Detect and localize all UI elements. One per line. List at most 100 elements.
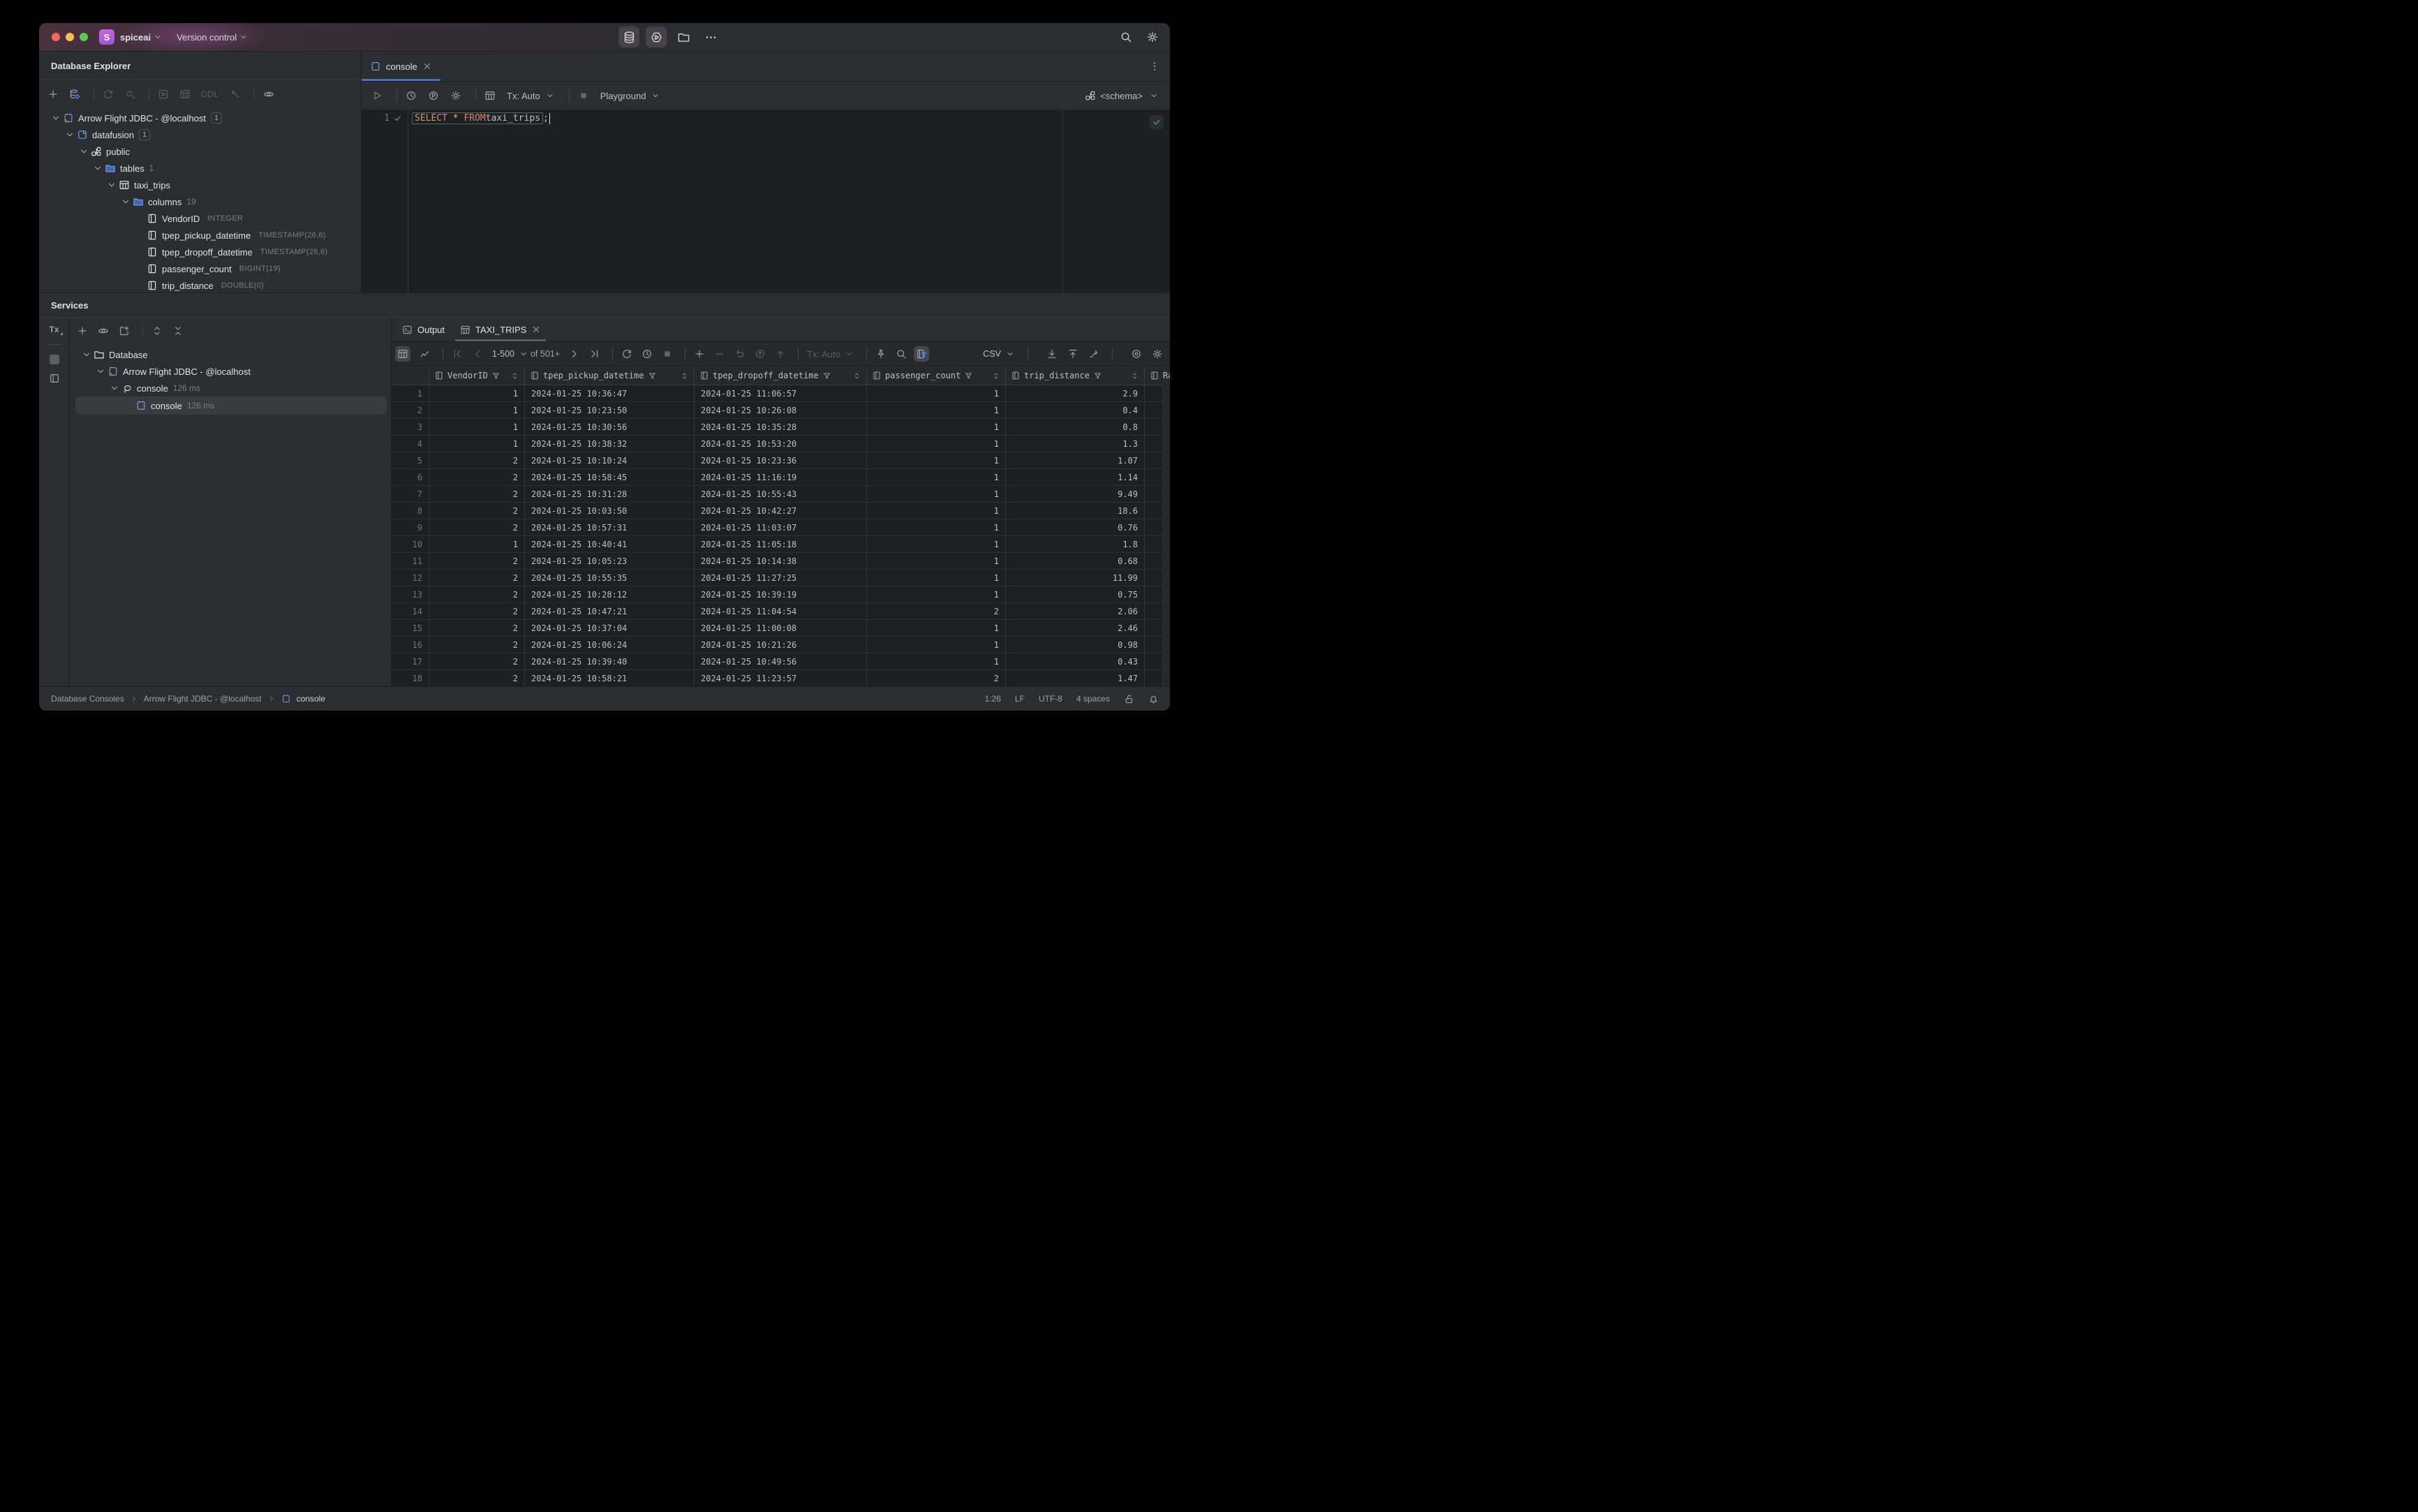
reload-page-icon[interactable] bbox=[621, 348, 632, 360]
table-cell[interactable]: 2 bbox=[429, 570, 525, 586]
caret-position-widget[interactable]: 1:26 bbox=[985, 694, 1001, 704]
table-cell[interactable]: 2024-01-25 10:23:36 bbox=[695, 452, 867, 468]
table-cell[interactable]: 2024-01-25 10:38:32 bbox=[525, 436, 695, 452]
table-cell[interactable]: 2 bbox=[429, 620, 525, 636]
tree-item[interactable]: tables 1 bbox=[39, 160, 361, 177]
filter-funnel-icon[interactable] bbox=[1093, 371, 1102, 380]
query-history-icon[interactable] bbox=[406, 90, 417, 101]
table-row[interactable]: 13 2 2024-01-25 10:28:12 2024-01-25 10:39:… bbox=[392, 586, 1170, 603]
table-cell[interactable]: 1 bbox=[867, 637, 1006, 653]
tree-item[interactable]: Arrow Flight JDBC - @localhost 1 bbox=[39, 110, 361, 126]
database-tool-button[interactable] bbox=[618, 27, 639, 47]
table-row[interactable]: 11 2 2024-01-25 10:05:23 2024-01-25 10:14:… bbox=[392, 553, 1170, 570]
search-icon[interactable] bbox=[1120, 31, 1132, 43]
sort-arrows-icon[interactable] bbox=[991, 371, 1000, 380]
page-range-dropdown[interactable]: 1-500 of 501+ bbox=[492, 349, 560, 359]
filter-funnel-icon[interactable] bbox=[648, 371, 657, 380]
sort-arrows-icon[interactable] bbox=[510, 371, 519, 380]
table-cell[interactable]: 2024-01-25 11:00:08 bbox=[695, 620, 867, 636]
tree-item[interactable]: tpep_dropoff_datetime TIMESTAMP(26,6) bbox=[39, 244, 361, 260]
table-cell[interactable]: 2024-01-25 10:21:26 bbox=[695, 637, 867, 653]
tree-item[interactable]: columns 19 bbox=[39, 193, 361, 210]
table-cell[interactable]: 2024-01-25 10:05:23 bbox=[525, 553, 695, 569]
table-row[interactable]: 18 2 2024-01-25 10:58:21 2024-01-25 11:23:… bbox=[392, 670, 1170, 686]
table-cell[interactable]: 2 bbox=[429, 603, 525, 619]
table-cell[interactable]: 9.49 bbox=[1006, 486, 1145, 502]
disconnect-icon[interactable] bbox=[124, 89, 135, 100]
chevron-down-icon[interactable] bbox=[120, 196, 131, 207]
table-cell[interactable]: 0.68 bbox=[1006, 553, 1145, 569]
data-view-target-icon[interactable] bbox=[1131, 348, 1142, 360]
table-cell[interactable]: 2 bbox=[429, 637, 525, 653]
column-header-Rate[interactable]: Rate bbox=[1145, 366, 1170, 385]
table-row[interactable]: 12 2 2024-01-25 10:55:35 2024-01-25 11:27:… bbox=[392, 570, 1170, 586]
tab-taxi-trips[interactable]: TAXI_TRIPS bbox=[452, 318, 549, 341]
table-cell[interactable]: 1 bbox=[867, 385, 1006, 401]
table-cell[interactable]: 11.99 bbox=[1006, 570, 1145, 586]
table-cell[interactable]: 2 bbox=[429, 519, 525, 535]
service-item[interactable]: console 126 ms bbox=[75, 380, 387, 396]
last-page-icon[interactable] bbox=[589, 348, 600, 360]
table-cell[interactable]: 2024-01-25 11:03:07 bbox=[695, 519, 867, 535]
table-row[interactable]: 3 1 2024-01-25 10:30:56 2024-01-25 10:35:2… bbox=[392, 419, 1170, 436]
unlocked-icon[interactable] bbox=[1124, 694, 1134, 704]
table-cell[interactable]: 1 bbox=[867, 586, 1006, 602]
table-cell[interactable]: 2024-01-25 10:58:21 bbox=[525, 670, 695, 686]
close-window-button[interactable] bbox=[52, 33, 60, 41]
chevron-down-icon[interactable] bbox=[106, 179, 117, 191]
table-cell[interactable]: 2024-01-25 10:35:28 bbox=[695, 419, 867, 435]
table-row[interactable]: 6 2 2024-01-25 10:58:45 2024-01-25 11:16:1… bbox=[392, 469, 1170, 486]
add-datasource-icon[interactable] bbox=[47, 89, 59, 100]
table-row[interactable]: 7 2 2024-01-25 10:31:28 2024-01-25 10:55:4… bbox=[392, 486, 1170, 503]
table-cell[interactable]: 1 bbox=[867, 570, 1006, 586]
submit-icon[interactable] bbox=[755, 348, 766, 360]
breadcrumb[interactable]: Database Consoles Arrow Flight JDBC - @l… bbox=[51, 694, 325, 704]
add-row-icon[interactable] bbox=[694, 348, 705, 360]
table-cell[interactable]: 2 bbox=[429, 469, 525, 485]
close-icon[interactable] bbox=[422, 61, 432, 71]
datasource-settings-icon[interactable] bbox=[69, 89, 80, 100]
encoding-widget[interactable]: UTF-8 bbox=[1039, 694, 1062, 704]
add-service-icon[interactable] bbox=[77, 325, 88, 336]
table-row[interactable]: 16 2 2024-01-25 10:06:24 2024-01-25 10:21:… bbox=[392, 637, 1170, 653]
stop-button[interactable] bbox=[662, 348, 673, 360]
table-cell[interactable]: 1 bbox=[867, 436, 1006, 452]
filter-panel-icon[interactable] bbox=[916, 348, 927, 360]
vertical-scrollbar[interactable] bbox=[1162, 385, 1170, 686]
table-cell[interactable]: 2.46 bbox=[1006, 620, 1145, 636]
tab-output[interactable]: Output bbox=[394, 318, 452, 341]
table-cell[interactable]: 0.76 bbox=[1006, 519, 1145, 535]
tx-toggle-button[interactable]: Tx bbox=[49, 325, 63, 335]
table-cell[interactable]: 2024-01-25 10:06:24 bbox=[525, 637, 695, 653]
table-cell[interactable]: 2 bbox=[429, 452, 525, 468]
service-item[interactable]: console 126 ms bbox=[75, 396, 387, 415]
table-cell[interactable]: 1 bbox=[867, 419, 1006, 435]
refresh-icon[interactable] bbox=[103, 89, 114, 100]
table-cell[interactable]: 2024-01-25 10:28:12 bbox=[525, 586, 695, 602]
table-cell[interactable]: 2 bbox=[429, 653, 525, 669]
schema-selector[interactable]: <schema> bbox=[1085, 90, 1159, 101]
table-cell[interactable]: 18.6 bbox=[1006, 503, 1145, 519]
tree-item[interactable]: taxi_trips bbox=[39, 177, 361, 193]
grid-settings-gear-icon[interactable] bbox=[1152, 348, 1163, 360]
table-cell[interactable]: 2024-01-25 10:36:47 bbox=[525, 385, 695, 401]
table-cell[interactable]: 2024-01-25 10:55:43 bbox=[695, 486, 867, 502]
sort-arrows-icon[interactable] bbox=[1130, 371, 1139, 380]
table-cell[interactable]: 2024-01-25 11:16:19 bbox=[695, 469, 867, 485]
table-cell[interactable]: 2 bbox=[867, 670, 1006, 686]
tree-item[interactable]: public bbox=[39, 143, 361, 160]
next-page-icon[interactable] bbox=[569, 348, 580, 360]
column-header-trip_distance[interactable]: trip_distance bbox=[1006, 366, 1145, 385]
tree-item[interactable]: trip_distance DOUBLE(0) bbox=[39, 277, 361, 292]
chevron-down-icon[interactable] bbox=[64, 129, 75, 140]
table-cell[interactable]: 1 bbox=[429, 436, 525, 452]
table-row[interactable]: 17 2 2024-01-25 10:39:40 2024-01-25 10:49:… bbox=[392, 653, 1170, 670]
table-row[interactable]: 2 1 2024-01-25 10:23:50 2024-01-25 10:26:0… bbox=[392, 402, 1170, 419]
table-cell[interactable]: 1 bbox=[867, 469, 1006, 485]
jump-to-icon[interactable] bbox=[230, 89, 241, 100]
table-row[interactable]: 5 2 2024-01-25 10:10:24 2024-01-25 10:23:3… bbox=[392, 452, 1170, 469]
run-query-button[interactable] bbox=[371, 90, 383, 101]
table-cell[interactable]: 2 bbox=[429, 486, 525, 502]
filter-funnel-icon[interactable] bbox=[491, 371, 500, 380]
table-cell[interactable]: 1.3 bbox=[1006, 436, 1145, 452]
